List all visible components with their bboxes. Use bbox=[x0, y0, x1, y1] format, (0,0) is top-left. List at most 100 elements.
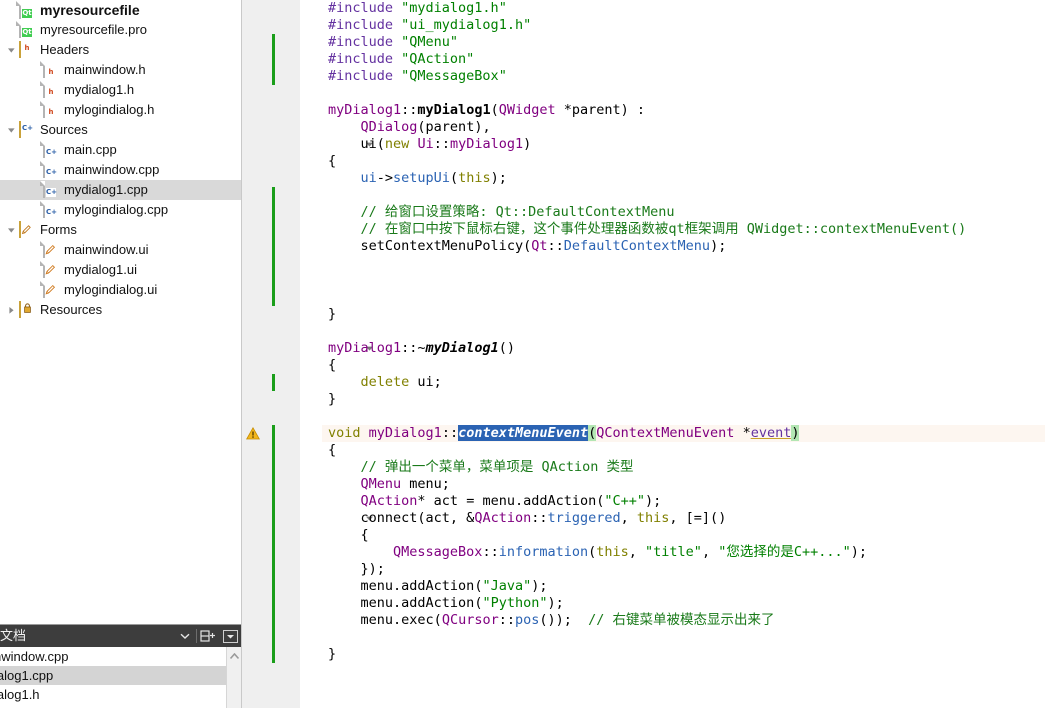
warning-triangle-icon[interactable] bbox=[245, 425, 261, 442]
tree-item-mydialog1-cpp[interactable]: C+ mydialog1.cpp bbox=[0, 180, 241, 200]
code-line[interactable]: myDialog1::myDialog1(QWidget *parent) : bbox=[328, 102, 645, 119]
code-token: ); bbox=[547, 595, 564, 611]
tree-item-headers[interactable]: h Headers bbox=[0, 40, 241, 60]
chevron-down-icon[interactable] bbox=[4, 220, 18, 240]
code-editor[interactable]: 1234567891011121314151617181920212223242… bbox=[242, 0, 1045, 708]
tree-item-label: mainwindow.cpp bbox=[64, 162, 160, 177]
tree-item-label: mydialog1.ui bbox=[64, 262, 137, 277]
code-token: setContextMenuPolicy bbox=[360, 238, 524, 254]
code-line[interactable]: QAction* act = menu.addAction("C++"); bbox=[328, 493, 662, 510]
editor-code-area[interactable]: #include "mydialog1.h" #include "ui_mydia… bbox=[322, 0, 1045, 708]
code-line[interactable]: menu.addAction("Python"); bbox=[328, 595, 564, 612]
tree-item-mydialog1-ui[interactable]: mydialog1.ui bbox=[0, 260, 241, 280]
change-marker-bar bbox=[272, 187, 275, 306]
selected-token: contextMenuEvent bbox=[458, 425, 589, 441]
tree-item-mainwindow-cpp[interactable]: C+ mainwindow.cpp bbox=[0, 160, 241, 180]
chevron-down-icon[interactable] bbox=[174, 625, 196, 647]
code-line[interactable]: } bbox=[328, 646, 336, 663]
code-line[interactable]: #include "QMenu" bbox=[328, 34, 458, 51]
tree-item-label: myresourcefile.pro bbox=[40, 22, 147, 37]
chevron-down-icon[interactable] bbox=[4, 120, 18, 140]
code-line[interactable]: }); bbox=[328, 561, 385, 578]
tree-item-main-cpp[interactable]: C+ main.cpp bbox=[0, 140, 241, 160]
code-line[interactable]: { bbox=[328, 357, 336, 374]
code-line[interactable]: menu.addAction("Java"); bbox=[328, 578, 548, 595]
code-line[interactable]: // 弹出一个菜单，菜单项是 QAction 类型 bbox=[328, 459, 634, 476]
code-line[interactable]: void myDialog1::contextMenuEvent(QContex… bbox=[328, 425, 800, 442]
document-list-item[interactable]: ialog1.h bbox=[0, 685, 241, 704]
ui-file-icon bbox=[42, 261, 58, 278]
code-line[interactable]: delete ui; bbox=[328, 374, 442, 391]
documents-scrollbar[interactable] bbox=[226, 647, 241, 708]
code-token: myDialog1 bbox=[417, 102, 491, 118]
code-line[interactable]: // 在窗口中按下鼠标右键，这个事件处理器函数被qt框架调用 QWidget::… bbox=[328, 221, 967, 238]
dock-menu-icon[interactable] bbox=[219, 625, 241, 647]
tree-item-mainwindow-h[interactable]: h mainwindow.h bbox=[0, 60, 241, 80]
editor-marks-gutter[interactable] bbox=[242, 0, 264, 708]
code-token: QAction bbox=[360, 493, 418, 509]
tree-item-label: mainwindow.ui bbox=[64, 242, 149, 257]
code-line[interactable]: ui(new Ui::myDialog1) bbox=[328, 136, 532, 153]
tree-twisty-empty bbox=[24, 260, 38, 280]
code-line[interactable]: #include "QAction" bbox=[328, 51, 474, 68]
code-token: connect(act, & bbox=[328, 510, 475, 526]
tree-item-resources[interactable]: Resources bbox=[0, 300, 241, 320]
tree-item-myresourcefile-pro[interactable]: Qt myresourcefile.pro bbox=[0, 20, 241, 40]
editor-fold-gutter[interactable] bbox=[300, 0, 373, 708]
code-line[interactable]: QMessageBox::information(this, "title", … bbox=[328, 544, 867, 561]
tree-item-mainwindow-ui[interactable]: mainwindow.ui bbox=[0, 240, 241, 260]
tree-item-label: mydialog1.h bbox=[64, 82, 135, 97]
code-line[interactable]: menu.exec(QCursor::pos()); // 右键菜单被模态显示出… bbox=[328, 612, 775, 629]
code-line[interactable]: } bbox=[328, 306, 336, 323]
chevron-down-icon[interactable] bbox=[4, 40, 18, 60]
tree-item-label: mylogindialog.cpp bbox=[64, 202, 169, 217]
code-line[interactable]: { bbox=[328, 442, 336, 459]
code-line[interactable]: // 给窗口设置策略: Qt::DefaultContextMenu bbox=[328, 204, 675, 221]
code-token: { bbox=[328, 357, 337, 373]
project-tree[interactable]: Qt myresourcefile Qt myresourcefile.pro h Hea… bbox=[0, 0, 241, 624]
code-token: :: bbox=[531, 510, 548, 526]
tree-item-mylogindialog-cpp[interactable]: C+ mylogindialog.cpp bbox=[0, 200, 241, 220]
code-token: "QMessageBox" bbox=[401, 68, 507, 84]
code-line[interactable]: setContextMenuPolicy(Qt::DefaultContextM… bbox=[328, 238, 727, 255]
code-line[interactable]: QMenu menu; bbox=[328, 476, 450, 493]
tree-item-mylogindialog-h[interactable]: h mylogindialog.h bbox=[0, 100, 241, 120]
tree-item-sources[interactable]: C+ Sources bbox=[0, 120, 241, 140]
code-line[interactable]: #include "ui_mydialog1.h" bbox=[328, 17, 531, 34]
tree-item-mydialog1-h[interactable]: h mydialog1.h bbox=[0, 80, 241, 100]
code-line[interactable]: QDialog(parent), bbox=[328, 119, 491, 136]
scroll-up-icon[interactable] bbox=[227, 649, 241, 663]
code-line[interactable]: { bbox=[328, 527, 369, 544]
code-token: , bbox=[620, 510, 637, 526]
code-token: this bbox=[596, 544, 629, 560]
code-line[interactable]: #include "QMessageBox" bbox=[328, 68, 507, 85]
header-file-icon: h bbox=[42, 101, 58, 118]
tree-item-mylogindialog-ui[interactable]: mylogindialog.ui bbox=[0, 280, 241, 300]
forms-folder-icon bbox=[18, 221, 34, 238]
code-token: menu. bbox=[328, 578, 402, 594]
document-list-item[interactable]: nwindow.cpp bbox=[0, 647, 241, 666]
code-line[interactable]: myDialog1::~myDialog1() bbox=[328, 340, 515, 357]
tree-item-forms[interactable]: Forms bbox=[0, 220, 241, 240]
code-token: "C++" bbox=[604, 493, 646, 509]
tree-item-myresourcefile[interactable]: Qt myresourcefile bbox=[0, 0, 241, 20]
code-token: myDialog1 bbox=[368, 425, 442, 441]
code-line[interactable]: } bbox=[328, 391, 336, 408]
code-token: { bbox=[328, 442, 337, 458]
code-token: "Java" bbox=[482, 578, 532, 594]
document-list-item[interactable]: ialog1.cpp bbox=[0, 666, 241, 685]
documents-list[interactable]: nwindow.cppialog1.cppialog1.h bbox=[0, 647, 241, 708]
code-line[interactable]: { bbox=[328, 153, 336, 170]
code-token: // 在窗口中按下鼠标右键，这个事件处理器函数被qt框架调用 QWidget::… bbox=[328, 221, 967, 237]
tree-twisty-empty bbox=[24, 160, 38, 180]
chevron-right-icon[interactable] bbox=[4, 300, 18, 320]
code-line[interactable]: connect(act, &QAction::triggered, this, … bbox=[328, 510, 727, 527]
code-line[interactable]: ui->setupUi(this); bbox=[328, 170, 507, 187]
code-token: QContextMenuEvent bbox=[596, 425, 735, 441]
code-token: ); bbox=[645, 493, 662, 509]
split-pane-icon[interactable] bbox=[197, 625, 219, 647]
code-line[interactable]: #include "mydialog1.h" bbox=[328, 0, 507, 17]
code-token: new bbox=[384, 136, 410, 152]
